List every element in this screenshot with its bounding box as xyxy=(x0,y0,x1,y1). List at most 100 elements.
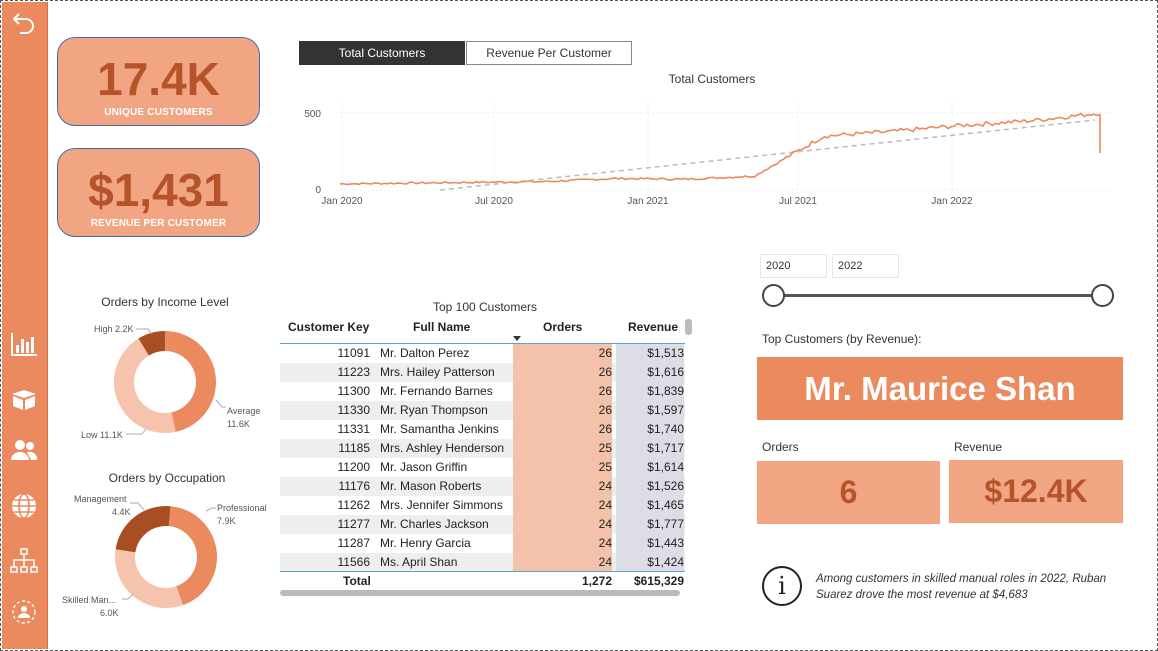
column-header-customer-key[interactable]: Customer Key xyxy=(288,320,369,334)
customer-key-cell: 11223 xyxy=(337,365,370,379)
x-tick-label: Jul 2020 xyxy=(475,196,513,207)
revenue-cell: $1,513 xyxy=(616,344,684,363)
end-date-input[interactable]: 2022 xyxy=(832,254,899,278)
insight-text: Among customers in skilled manual roles … xyxy=(816,573,1107,601)
table-row[interactable]: 11091 Mr. Dalton Perez 26 $1,513 xyxy=(280,344,685,363)
full-name-cell: Mr. Dalton Perez xyxy=(380,346,470,360)
customers-series-line xyxy=(339,112,1101,186)
kpi-label: REVENUE PER CUSTOMER xyxy=(90,218,227,229)
total-label: Total xyxy=(343,574,371,588)
donut-slice-average[interactable] xyxy=(165,331,217,432)
customer-key-cell: 11331 xyxy=(337,422,370,436)
income-level-donut-chart: High 2.2K Average 11.6K Low 11.1K xyxy=(81,324,260,440)
orders-cell: 26 xyxy=(513,363,612,382)
table-row[interactable]: 11200 Mr. Jason Griffin 25 $1,614 xyxy=(280,458,685,477)
box-icon[interactable] xyxy=(8,384,40,416)
revenue-per-customer-card: $1,431 REVENUE PER CUSTOMER xyxy=(57,148,260,237)
x-tick-label: Jan 2022 xyxy=(931,196,973,207)
top-customer-name: Mr. Maurice Shan xyxy=(757,357,1123,420)
donut-label: Management xyxy=(74,494,127,504)
customer-key-cell: 11176 xyxy=(338,479,370,493)
tab-revenue-per-customer[interactable]: Revenue Per Customer xyxy=(466,41,632,65)
x-tick-label: Jul 2021 xyxy=(779,196,817,207)
slider-track[interactable] xyxy=(772,294,1104,297)
customer-key-cell: 11091 xyxy=(337,346,370,360)
customer-key-cell: 11287 xyxy=(337,536,370,550)
unique-customers-card: 17.4K UNIQUE CUSTOMERS xyxy=(57,37,260,126)
revenue-cell: $1,616 xyxy=(616,363,684,382)
sidebar xyxy=(2,2,48,649)
revenue-cell: $1,443 xyxy=(616,534,684,553)
table-row[interactable]: 11330 Mr. Ryan Thompson 26 $1,597 xyxy=(280,401,685,420)
donut-label: 6.0K xyxy=(100,608,119,618)
orders-cell: 24 xyxy=(513,515,612,534)
donut-label: Average xyxy=(227,406,260,416)
customer-key-cell: 11300 xyxy=(337,384,370,398)
tab-total-customers[interactable]: Total Customers xyxy=(299,41,465,65)
orders-cell: 25 xyxy=(513,458,612,477)
kpi-value: $1,431 xyxy=(88,164,229,216)
sort-desc-icon[interactable] xyxy=(513,336,521,341)
full-name-cell: Mrs. Ashley Henderson xyxy=(380,441,505,455)
table-row[interactable]: 11287 Mr. Henry Garcia 24 $1,443 xyxy=(280,534,685,553)
info-icon: i xyxy=(762,566,802,606)
column-header-full-name[interactable]: Full Name xyxy=(413,320,470,334)
full-name-cell: Mrs. Hailey Patterson xyxy=(380,365,495,379)
customer-key-cell: 11185 xyxy=(338,441,370,455)
table-row[interactable]: 11223 Mrs. Hailey Patterson 26 $1,616 xyxy=(280,363,685,382)
customer-key-cell: 11330 xyxy=(337,403,370,417)
table-row[interactable]: 11566 Ms. April Shan 24 $1,424 xyxy=(280,553,685,572)
kpi-value: 17.4K xyxy=(97,53,220,105)
full-name-cell: Mr. Mason Roberts xyxy=(380,479,482,493)
trend-line xyxy=(439,119,1096,191)
full-name-cell: Mr. Fernando Barnes xyxy=(380,384,493,398)
horizontal-scrollbar[interactable] xyxy=(280,590,680,596)
scrollbar-thumb[interactable] xyxy=(685,319,692,335)
donut-label: Low 11.1K xyxy=(81,430,123,440)
hierarchy-icon[interactable] xyxy=(8,545,40,577)
revenue-label: Revenue xyxy=(954,440,1003,454)
full-name-cell: Ms. April Shan xyxy=(380,555,458,569)
full-name-cell: Mrs. Jennifer Simmons xyxy=(380,498,503,512)
orders-label: Orders xyxy=(762,440,799,454)
revenue-cell: $1,597 xyxy=(616,401,684,420)
donut-slice-low[interactable] xyxy=(113,338,176,433)
table-row[interactable]: 11300 Mr. Fernando Barnes 26 $1,839 xyxy=(280,382,685,401)
occupation-donut-title: Orders by Occupation xyxy=(108,471,226,485)
line-chart-title: Total Customers xyxy=(668,72,756,86)
total-orders: 1,272 xyxy=(581,574,612,588)
table-row[interactable]: 11331 Mr. Samantha Jenkins 26 $1,740 xyxy=(280,420,685,439)
orders-cell: 24 xyxy=(513,477,612,496)
y-tick-label: 0 xyxy=(315,185,321,196)
table-row[interactable]: 11185 Mrs. Ashley Henderson 25 $1,717 xyxy=(280,439,685,458)
users-icon[interactable] xyxy=(8,434,40,466)
column-header-revenue[interactable]: Revenue xyxy=(628,320,678,334)
donut-label: 4.4K xyxy=(112,507,131,517)
back-icon[interactable] xyxy=(8,7,40,39)
slider-start-handle[interactable] xyxy=(762,284,785,307)
total-customers-line-chart: 500 0 Jan 2020 Jul 2020 Jan 2021 Jul 202… xyxy=(304,100,1110,207)
y-tick-label: 500 xyxy=(304,109,321,120)
start-date-input[interactable]: 2020 xyxy=(760,254,827,278)
globe-icon[interactable] xyxy=(8,490,40,522)
table-row[interactable]: 11262 Mrs. Jennifer Simmons 24 $1,465 xyxy=(280,496,685,515)
table-row[interactable]: 11176 Mr. Mason Roberts 24 $1,526 xyxy=(280,477,685,496)
column-header-orders[interactable]: Orders xyxy=(543,320,582,334)
full-name-cell: Mr. Samantha Jenkins xyxy=(380,422,499,436)
full-name-cell: Mr. Henry Garcia xyxy=(380,536,471,550)
orders-cell: 26 xyxy=(513,344,612,363)
person-settings-icon[interactable] xyxy=(8,596,40,628)
table-row[interactable]: 11277 Mr. Charles Jackson 24 $1,777 xyxy=(280,515,685,534)
donut-label: Skilled Man... xyxy=(62,595,116,605)
customer-key-cell: 11277 xyxy=(337,517,370,531)
customer-key-cell: 11262 xyxy=(337,498,370,512)
orders-cell: 24 xyxy=(513,553,612,572)
donut-label: 11.6K xyxy=(227,419,250,429)
bar-chart-icon[interactable] xyxy=(8,328,40,360)
slider-end-handle[interactable] xyxy=(1091,284,1114,307)
orders-cell: 26 xyxy=(513,420,612,439)
donut-label: 7.9K xyxy=(217,516,236,526)
orders-cell: 26 xyxy=(513,382,612,401)
orders-cell: 25 xyxy=(513,439,612,458)
top-customer-orders-value: 6 xyxy=(757,461,940,524)
